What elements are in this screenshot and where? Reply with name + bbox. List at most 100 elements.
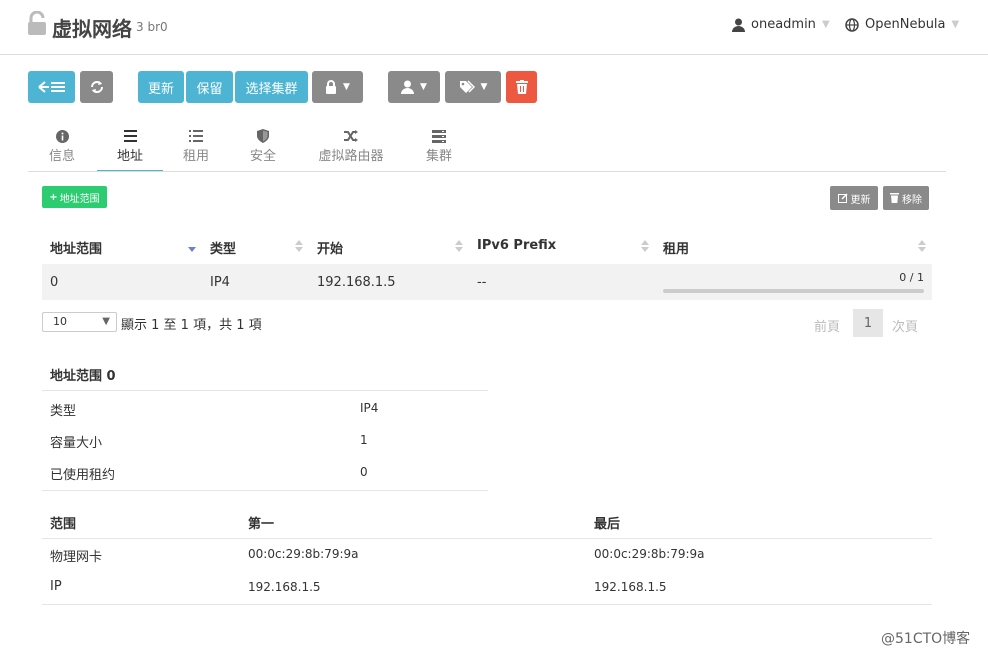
page-title: 虚拟网络 xyxy=(52,17,132,41)
detail-value-used-leases: 0 xyxy=(360,465,368,479)
info-icon xyxy=(55,129,69,143)
detail-label-type: 类型 xyxy=(50,404,77,419)
back-list-icon xyxy=(37,81,65,93)
sort-both-icon[interactable] xyxy=(918,239,926,253)
column-header-ipv6[interactable]: IPv6 Prefix xyxy=(477,238,556,253)
table-row[interactable] xyxy=(42,264,932,300)
next-page-button[interactable]: 次頁 xyxy=(892,316,918,335)
detail-label-used-leases: 已使用租约 xyxy=(50,468,116,483)
cell-leases: 0 / 1 xyxy=(899,271,924,284)
sort-both-icon[interactable] xyxy=(641,239,649,253)
edit-ar-button[interactable]: 更新 xyxy=(830,186,878,210)
tab-info[interactable]: 信息 xyxy=(44,128,80,172)
hold-button[interactable]: 保留 xyxy=(186,71,233,103)
cell-start: 192.168.1.5 xyxy=(317,275,396,290)
sort-desc-icon[interactable] xyxy=(188,239,196,253)
sort-both-icon[interactable] xyxy=(455,239,463,253)
detail-value-size: 1 xyxy=(360,433,368,447)
chevron-down-icon: ▼ xyxy=(821,19,830,30)
shield-icon xyxy=(257,129,269,143)
zone-menu[interactable]: OpenNebula ▼ xyxy=(845,17,959,32)
cell-type: IP4 xyxy=(210,275,230,290)
user-icon xyxy=(732,18,745,32)
tab-virtual-routers[interactable]: 虚拟路由器 xyxy=(313,128,389,172)
user-icon xyxy=(401,80,415,94)
page-subtitle: 3 br0 xyxy=(136,20,168,34)
list-bullet-icon xyxy=(189,130,203,142)
lock-icon xyxy=(326,80,337,94)
tab-leases[interactable]: 租用 xyxy=(178,128,214,172)
trash-icon xyxy=(890,193,899,203)
globe-icon xyxy=(845,17,859,32)
tab-label: 集群 xyxy=(425,149,452,164)
tab-security[interactable]: 安全 xyxy=(245,128,281,172)
edit-icon xyxy=(837,193,848,203)
add-range-label: 地址范围 xyxy=(59,193,100,205)
watermark: @51CTO博客 xyxy=(881,631,971,647)
page-size-value: 10 xyxy=(53,315,67,328)
user-name: oneadmin xyxy=(751,17,816,32)
tab-label: 信息 xyxy=(48,149,75,164)
range-first-mac: 00:0c:29:8b:79:9a xyxy=(248,547,359,561)
update-button[interactable]: 更新 xyxy=(138,71,184,103)
lock-dropdown-button[interactable]: ▼ xyxy=(312,71,363,103)
tab-label: 安全 xyxy=(249,149,276,164)
tab-clusters[interactable]: 集群 xyxy=(421,128,457,172)
range-header-range: 范围 xyxy=(50,517,77,532)
lease-progress-bar xyxy=(663,289,924,293)
caret-down-icon: ▼ xyxy=(420,82,427,92)
refresh-button[interactable] xyxy=(80,71,113,103)
range-header-first: 第一 xyxy=(248,517,275,532)
sort-both-icon[interactable] xyxy=(295,239,303,253)
user-menu[interactable]: oneadmin ▼ xyxy=(732,17,830,32)
page-header: 虚拟网络 3 br0 oneadmin ▼ OpenNebula ▼ xyxy=(0,0,988,55)
list-icon xyxy=(123,130,137,142)
server-icon xyxy=(432,129,446,143)
range-header-last: 最后 xyxy=(594,517,621,532)
tags-icon xyxy=(459,80,475,93)
ar-detail-title: 地址范围 0 xyxy=(50,369,116,384)
tab-label: 租用 xyxy=(182,149,209,164)
detail-label-size: 容量大小 xyxy=(50,436,103,451)
column-header-ar[interactable]: 地址范围 xyxy=(50,238,102,257)
remove-ar-button[interactable]: 移除 xyxy=(883,186,929,210)
column-header-start[interactable]: 开始 xyxy=(317,238,343,257)
range-first-ip: 192.168.1.5 xyxy=(248,580,321,594)
divider xyxy=(42,604,932,605)
range-label-mac: 物理网卡 xyxy=(50,550,103,565)
column-header-leases[interactable]: 租用 xyxy=(663,238,689,257)
owner-dropdown-button[interactable]: ▼ xyxy=(388,71,440,103)
cell-ipv6: -- xyxy=(477,275,487,290)
delete-button[interactable] xyxy=(506,71,537,103)
unlock-icon[interactable] xyxy=(27,11,47,35)
refresh-icon xyxy=(90,81,103,93)
range-last-ip: 192.168.1.5 xyxy=(594,580,667,594)
tab-label: 地址 xyxy=(116,149,143,164)
page-number-button[interactable]: 1 xyxy=(853,309,883,337)
detail-value-type: IP4 xyxy=(360,401,379,415)
cell-ar: 0 xyxy=(50,275,59,290)
divider xyxy=(42,538,932,539)
edit-ar-label: 更新 xyxy=(850,194,871,206)
select-cluster-button[interactable]: 选择集群 xyxy=(235,71,308,103)
range-last-mac: 00:0c:29:8b:79:9a xyxy=(594,547,705,561)
tab-addresses[interactable]: 地址 xyxy=(97,128,163,172)
plus-icon: + xyxy=(49,191,58,203)
caret-down-icon: ▼ xyxy=(102,316,110,327)
page-size-select[interactable]: 10 ▼ xyxy=(42,312,117,332)
caret-down-icon: ▼ xyxy=(480,82,488,92)
add-address-range-button[interactable]: + 地址范围 xyxy=(42,186,107,208)
random-icon xyxy=(344,130,358,142)
range-label-ip: IP xyxy=(50,579,62,594)
column-header-type[interactable]: 类型 xyxy=(210,238,236,257)
chevron-down-icon: ▼ xyxy=(951,19,960,30)
tab-label: 虚拟路由器 xyxy=(318,149,384,164)
caret-down-icon: ▼ xyxy=(343,82,350,92)
tabs-divider xyxy=(28,171,946,172)
divider xyxy=(42,390,488,391)
trash-icon xyxy=(515,80,528,94)
remove-ar-label: 移除 xyxy=(902,194,922,206)
prev-page-button[interactable]: 前頁 xyxy=(814,316,840,335)
back-button[interactable] xyxy=(28,71,75,103)
labels-dropdown-button[interactable]: ▼ xyxy=(445,71,501,103)
